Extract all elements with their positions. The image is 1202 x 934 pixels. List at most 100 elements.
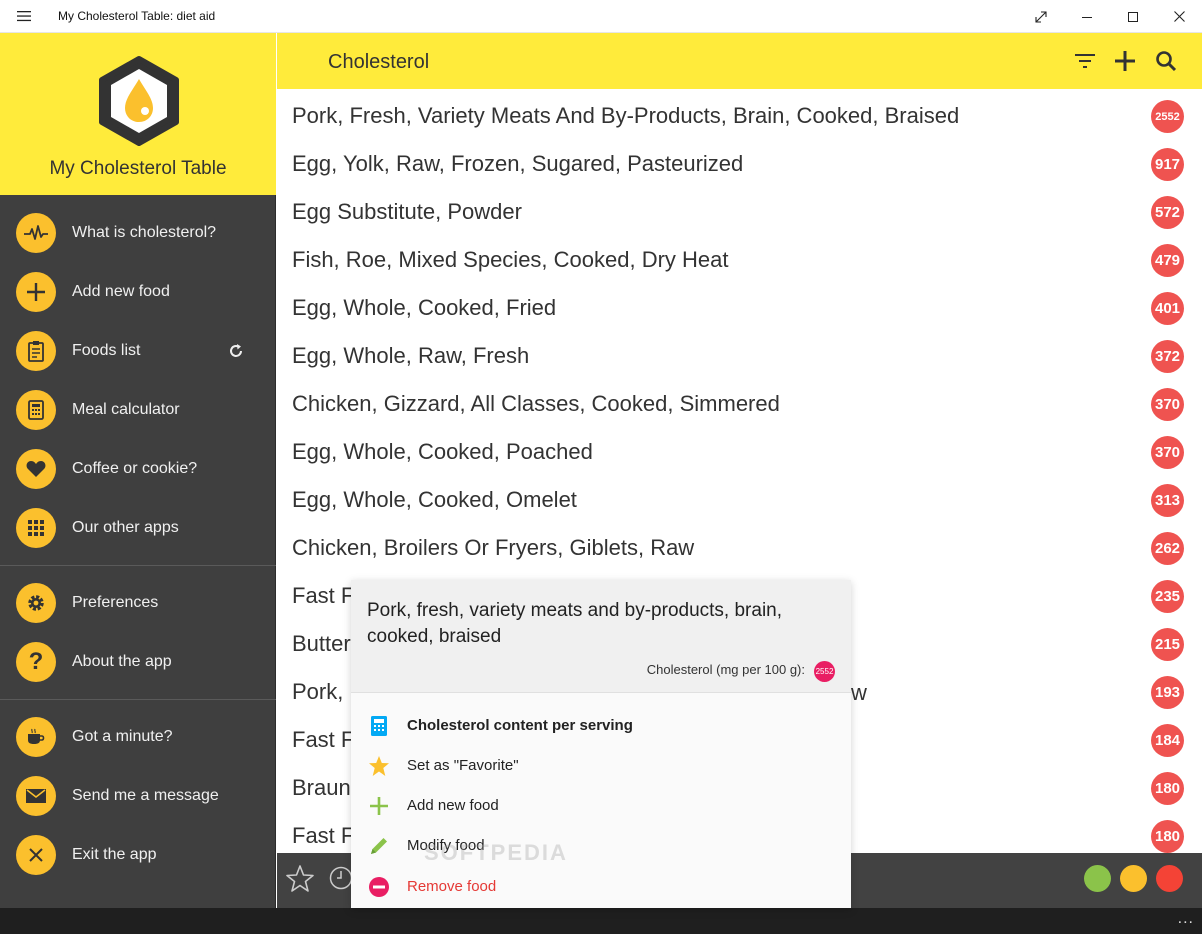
popup-food-title: Pork, fresh, variety meats and by-produc…	[367, 600, 783, 647]
question-icon: ?	[28, 648, 44, 675]
nav-label: Preferences	[72, 594, 159, 611]
taskbar: ...	[0, 908, 1202, 934]
clipboard-icon	[28, 341, 44, 362]
menu-label: Set as "Favorite"	[407, 757, 519, 774]
nav-about-the-app[interactable]: ? About the app	[0, 637, 276, 687]
filter-button[interactable]	[1071, 47, 1099, 75]
minimize-button[interactable]	[1064, 0, 1110, 33]
food-row[interactable]: Pork, Fresh, Variety Meats And By-Produc…	[277, 91, 1202, 139]
cholesterol-badge: 917	[1151, 148, 1184, 181]
nav-label: Foods list	[72, 342, 141, 359]
nav-label: Add new food	[72, 283, 170, 300]
hamburger-icon	[17, 11, 31, 22]
gear-icon	[28, 595, 44, 611]
nav-label: Meal calculator	[72, 401, 180, 418]
green-level-dot[interactable]	[1084, 865, 1111, 892]
search-button[interactable]	[1152, 47, 1180, 75]
nav-label: Got a minute?	[72, 728, 173, 745]
plus-icon	[370, 797, 388, 815]
cholesterol-badge: 370	[1151, 436, 1184, 469]
cholesterol-badge: 180	[1151, 772, 1184, 805]
food-row[interactable]: Egg, Yolk, Raw, Frozen, Sugared, Pasteur…	[277, 139, 1202, 187]
nav-preferences[interactable]: Preferences	[0, 578, 276, 628]
cholesterol-badge: 193	[1151, 676, 1184, 709]
cholesterol-badge: 2552	[1151, 100, 1184, 133]
divider	[0, 699, 276, 700]
food-name: Egg, Whole, Cooked, Fried	[292, 295, 557, 320]
food-row[interactable]: Chicken, Broilers Or Fryers, Giblets, Ra…	[277, 523, 1202, 571]
menu-set-favorite[interactable]: Set as "Favorite"	[351, 746, 851, 786]
food-row[interactable]: Egg, Whole, Cooked, Omelet 313	[277, 475, 1202, 523]
heart-icon	[26, 461, 46, 477]
red-level-dot[interactable]	[1156, 865, 1183, 892]
cholesterol-badge: 215	[1151, 628, 1184, 661]
refresh-icon[interactable]	[228, 343, 244, 359]
close-icon	[29, 848, 43, 862]
nav-label: Exit the app	[72, 846, 157, 863]
maximize-icon	[1128, 11, 1138, 22]
cholesterol-badge: 479	[1151, 244, 1184, 277]
nav-our-other-apps[interactable]: Our other apps	[0, 503, 276, 553]
menu-label: Remove food	[407, 878, 497, 895]
add-food-button[interactable]	[1111, 47, 1139, 75]
calculator-icon	[28, 400, 44, 420]
underlying-text-fragment: w	[851, 680, 867, 705]
pencil-icon	[371, 838, 387, 854]
plus-icon	[1115, 51, 1135, 71]
fullscreen-button[interactable]	[1018, 0, 1064, 33]
drop-logo-icon	[99, 56, 179, 146]
maximize-button[interactable]	[1110, 0, 1156, 33]
menu-remove-food[interactable]: Remove food	[351, 867, 851, 907]
food-row[interactable]: Fish, Roe, Mixed Species, Cooked, Dry He…	[277, 235, 1202, 283]
sidebar: My Cholesterol Table What is cholesterol…	[0, 33, 276, 908]
food-row[interactable]: Egg, Whole, Raw, Fresh 372	[277, 331, 1202, 379]
nav-label: Send me a message	[72, 787, 219, 804]
coffee-icon	[28, 728, 45, 744]
minus-circle-icon	[369, 877, 389, 897]
nav-label: Coffee or cookie?	[72, 460, 198, 477]
nav-add-new-food[interactable]: Add new food	[0, 267, 276, 317]
menu-cholesterol-per-serving[interactable]: Cholesterol content per serving	[351, 706, 851, 746]
cholesterol-badge: 262	[1151, 532, 1184, 565]
food-row[interactable]: Egg Substitute, Powder 572	[277, 187, 1202, 235]
food-row[interactable]: Egg, Whole, Cooked, Poached 370	[277, 427, 1202, 475]
cholesterol-badge: 184	[1151, 724, 1184, 757]
food-row[interactable]: Egg, Whole, Cooked, Fried 401	[277, 283, 1202, 331]
menu-add-new-food[interactable]: Add new food	[351, 786, 851, 826]
nav-what-is-cholesterol[interactable]: What is cholesterol?	[0, 208, 276, 258]
title-bar: My Cholesterol Table: diet aid	[0, 0, 1202, 33]
divider	[0, 565, 276, 566]
filter-icon	[1075, 54, 1095, 68]
clock-icon[interactable]	[329, 866, 353, 890]
nav-send-me-a-message[interactable]: Send me a message	[0, 771, 276, 821]
food-name: Butter	[292, 631, 351, 656]
cholesterol-badge: 235	[1151, 580, 1184, 613]
close-window-button[interactable]	[1156, 0, 1202, 33]
nav-got-a-minute[interactable]: Got a minute?	[0, 712, 276, 762]
more-icon[interactable]: ...	[1178, 910, 1194, 928]
food-name: Chicken, Gizzard, All Classes, Cooked, S…	[292, 391, 780, 416]
yellow-level-dot[interactable]	[1120, 865, 1147, 892]
plus-icon	[27, 283, 45, 301]
food-row[interactable]: Chicken, Gizzard, All Classes, Cooked, S…	[277, 379, 1202, 427]
close-icon	[1173, 11, 1185, 22]
app-name: My Cholesterol Table	[49, 158, 227, 179]
food-name: Pork, Fresh, Variety Meats And By-Produc…	[292, 103, 960, 128]
window-title: My Cholesterol Table: diet aid	[58, 9, 216, 23]
brand-header: My Cholesterol Table	[0, 33, 276, 195]
food-name: Egg, Whole, Cooked, Poached	[292, 439, 593, 464]
nav-exit-the-app[interactable]: Exit the app	[0, 830, 276, 880]
nav-label: About the app	[72, 653, 172, 670]
nav-coffee-or-cookie[interactable]: Coffee or cookie?	[0, 444, 276, 494]
food-name: Chicken, Broilers Or Fryers, Giblets, Ra…	[292, 535, 695, 560]
popup-cholesterol-badge: 2552	[814, 661, 835, 682]
hamburger-menu-button[interactable]	[0, 0, 48, 33]
envelope-icon	[26, 789, 46, 803]
star-outline-icon[interactable]	[285, 864, 315, 894]
calculator-icon	[371, 716, 387, 736]
food-name: Fish, Roe, Mixed Species, Cooked, Dry He…	[292, 247, 729, 272]
nav-meal-calculator[interactable]: Meal calculator	[0, 385, 276, 435]
nav-foods-list[interactable]: Foods list	[0, 326, 276, 376]
food-name: Egg, Whole, Cooked, Omelet	[292, 487, 577, 512]
menu-label: Add new food	[407, 797, 499, 814]
